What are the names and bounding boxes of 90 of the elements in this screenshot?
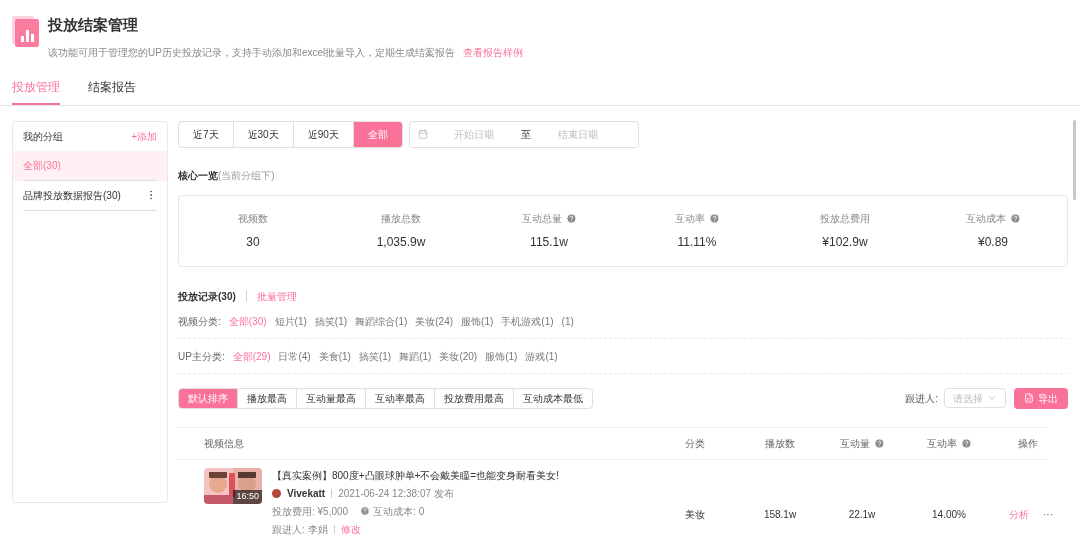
sort-button[interactable]: 互动量最高	[296, 388, 365, 408]
metric-label: 播放总数	[381, 211, 421, 226]
group-item[interactable]: 品牌投放数据报告(30)	[13, 180, 167, 211]
video-duration: 16:50	[233, 490, 262, 504]
analyze-link[interactable]: 分析	[1009, 506, 1029, 522]
filter-label: UP主分类:	[178, 349, 225, 364]
edit-link[interactable]: 修改	[340, 521, 361, 537]
batch-manage-link[interactable]: 批量管理	[256, 288, 297, 304]
metric-label: 投放总费用	[820, 211, 870, 226]
export-icon	[1024, 393, 1034, 403]
date-separator: 至	[520, 127, 531, 142]
filter-option[interactable]: 短片(1)	[274, 313, 307, 329]
interaction-cost-text: 互动成本: 0	[373, 504, 425, 519]
column-header: 播放数	[765, 436, 795, 451]
calendar-icon	[417, 129, 428, 139]
metric-value: ¥0.89	[978, 233, 1008, 251]
more-button[interactable]: ···	[1043, 506, 1053, 522]
filter-option[interactable]: 舞蹈综合(1)	[355, 313, 408, 329]
cost-text: 投放费用: ¥5,000	[272, 504, 349, 519]
date-range-button[interactable]: 近7天	[179, 121, 233, 147]
filter-option[interactable]: 美食(1)	[318, 348, 351, 364]
filter-option[interactable]: 全部(30)	[228, 313, 267, 329]
sort-button[interactable]: 互动率最高	[365, 388, 434, 408]
date-range-button[interactable]: 近90天	[292, 121, 353, 147]
avatar	[272, 488, 281, 498]
group-item[interactable]: 全部(30)	[13, 150, 167, 181]
follower-label: 跟进人:	[905, 391, 938, 406]
help-icon[interactable]	[708, 212, 720, 224]
author-name[interactable]: Vivekatt	[287, 485, 326, 501]
help-icon[interactable]	[1009, 212, 1021, 224]
tab[interactable]: 结案报告	[88, 77, 136, 105]
sort-button[interactable]: 投放费用最高	[434, 388, 513, 408]
video-title[interactable]: 【真实案例】800度+凸眼球肿单+不会戴美瞳=也能变身耐看美女!	[272, 467, 559, 483]
filter-option[interactable]: (1)	[561, 313, 574, 329]
records-title: 投放记录(30)	[178, 289, 236, 304]
sort-button[interactable]: 互动成本最低	[513, 388, 592, 408]
filter-option[interactable]: 舞蹈(1)	[399, 348, 432, 364]
table-cell-text: 14.00%	[931, 507, 967, 522]
sort-button[interactable]: 默认排序	[179, 388, 237, 408]
help-icon[interactable]	[873, 437, 885, 449]
filter-option[interactable]: 日常(4)	[278, 348, 311, 364]
filter-option[interactable]: 搞笑(1)	[314, 313, 348, 329]
chevron-down-icon	[987, 393, 997, 403]
filter-label: 视频分类:	[178, 314, 221, 329]
column-header: 视频信息	[204, 436, 244, 451]
page-description: 该功能可用于管理您的UP历史投放记录，支持手动添加和excel批量导入，定期生成结案报告	[48, 45, 456, 60]
metric-value: 11.11%	[677, 233, 717, 251]
metric-value: 1,035.9w	[376, 233, 426, 251]
export-button[interactable]: 导出	[1014, 387, 1068, 409]
table-cell-text: 158.1w	[762, 507, 798, 522]
metric-label: 互动率	[674, 211, 705, 226]
filter-option[interactable]: 全部(29)	[232, 348, 271, 364]
metric-label: 互动总量	[521, 211, 562, 226]
filter-option[interactable]: 游戏(1)	[525, 348, 558, 364]
metric-value: 115.1w	[530, 233, 568, 251]
filter-option[interactable]: 手机游戏(1)	[501, 313, 554, 329]
add-group-button[interactable]: +添加	[131, 128, 157, 144]
filter-option[interactable]: 搞笑(1)	[358, 348, 392, 364]
column-header: 互动率	[926, 436, 957, 451]
metric-label: 视频数	[238, 211, 268, 226]
page-title: 投放结案管理	[48, 15, 139, 35]
panel-title: 我的分组	[23, 129, 63, 144]
help-icon[interactable]	[565, 212, 577, 224]
section-title: 核心一览	[178, 168, 218, 183]
sort-button[interactable]: 播放最高	[237, 388, 296, 408]
tab[interactable]: 投放管理	[12, 77, 60, 105]
column-header: 互动量	[839, 436, 870, 451]
help-icon[interactable]	[960, 437, 972, 449]
date-range-button[interactable]: 近30天	[232, 121, 293, 147]
follower-text: 跟进人: 李娟	[272, 522, 328, 537]
help-icon[interactable]	[360, 506, 371, 516]
date-range-button[interactable]: 全部	[352, 121, 402, 147]
metric-label: 互动成本	[965, 211, 1006, 226]
group-label: 品牌投放数据报告(30)	[23, 188, 121, 203]
sample-report-link[interactable]: 查看报告样例	[463, 44, 524, 60]
filter-option[interactable]: 服饰(1)	[485, 348, 518, 364]
filter-option[interactable]: 服饰(1)	[461, 313, 494, 329]
column-header: 分类	[685, 436, 705, 451]
filter-option[interactable]: 美妆(20)	[439, 348, 478, 364]
publish-time: 2021-06-24 12:38:07 发布	[338, 486, 454, 501]
video-thumbnail[interactable]: 16:50	[204, 467, 262, 504]
table-cell-text: 22.1w	[847, 507, 877, 522]
column-header: 操作	[1017, 436, 1038, 451]
report-chart-icon	[12, 16, 40, 48]
metric-value: ¥102.9w	[822, 233, 868, 251]
table-cell-text: 美妆	[684, 507, 706, 522]
group-label: 全部(30)	[23, 158, 61, 173]
section-note: (当前分组下)	[218, 168, 275, 183]
filter-option[interactable]: 美妆(24)	[415, 313, 454, 329]
metric-value: 30	[246, 233, 260, 251]
